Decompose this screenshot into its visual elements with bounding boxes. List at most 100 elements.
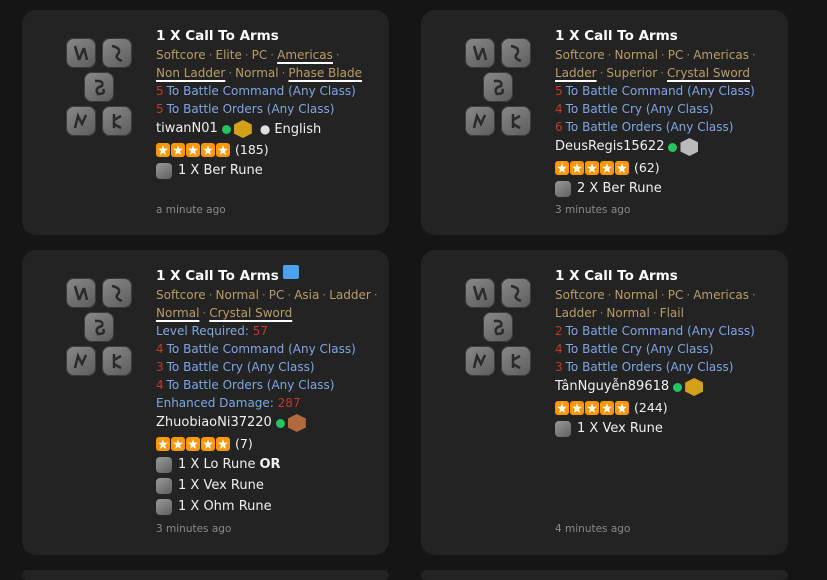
star-icon: [156, 437, 170, 451]
star-icon: [156, 143, 170, 157]
star-icon: [216, 437, 230, 451]
rune-icon: [501, 38, 531, 68]
star-icon: [585, 401, 599, 415]
rating-count: (185): [235, 142, 269, 157]
rune-icon: [483, 72, 513, 102]
rune-icon: [156, 498, 172, 515]
listing-card-1[interactable]: 1 X Call To Arms Softcore · Elite · PC · Ameri…: [22, 10, 389, 235]
star-icon: [600, 161, 614, 175]
listing-title[interactable]: 1 X Call To Arms: [555, 266, 795, 286]
offer-item: 1 X Vex Rune: [156, 475, 396, 496]
language: ● English: [260, 118, 321, 141]
seller-name[interactable]: tiwanN01: [156, 118, 218, 140]
offer-item: 1 X Lo Rune OR: [156, 454, 396, 475]
seller-rating: (7): [156, 434, 396, 454]
rune-icon: [102, 38, 132, 68]
online-indicator: [673, 382, 683, 392]
offer-item: 1 X Vex Rune: [555, 418, 795, 439]
online-indicator: [668, 142, 678, 152]
listing-meta: Softcore · Normal · PC · Americas ·: [555, 288, 756, 302]
seller-rating: (244): [555, 398, 795, 418]
star-icon: [615, 401, 629, 415]
star-icon: [171, 143, 185, 157]
rune-icon: [84, 72, 114, 102]
star-icon: [186, 437, 200, 451]
rune-icon: [465, 38, 495, 68]
listing-card-3[interactable]: 1 X Call To Arms Softcore · Normal · PC · Asia…: [22, 250, 389, 555]
seller-row: TânNguyễn89618: [555, 376, 795, 398]
rune-icon: [483, 312, 513, 342]
rune-icon: [102, 278, 132, 308]
rune-icon: [102, 106, 132, 136]
stat-line: 4 To Battle Cry (Any Class): [555, 342, 714, 356]
rating-count: (62): [634, 160, 660, 175]
stat-line: 5 To Battle Command (Any Class): [555, 84, 755, 98]
timestamp: 4 minutes ago: [555, 523, 631, 535]
stat-line: 4 To Battle Orders (Any Class): [156, 378, 335, 392]
seller-row: DeusRegis15622: [555, 136, 795, 158]
online-indicator: [275, 418, 285, 428]
rune-grid: [62, 38, 132, 138]
star-icon: [600, 401, 614, 415]
rune-icon: [501, 278, 531, 308]
badge-icon: [287, 414, 306, 432]
listing-card-partial[interactable]: [421, 570, 788, 580]
listing-title[interactable]: 1 X Call To Arms: [156, 265, 396, 286]
star-icon: [585, 161, 599, 175]
rune-icon: [156, 162, 172, 179]
listing-title[interactable]: 1 X Call To Arms: [555, 26, 795, 46]
timestamp: a minute ago: [156, 204, 226, 216]
listing-meta: Normal · Crystal Sword: [156, 306, 293, 320]
or-label: OR: [259, 457, 281, 472]
rating-count: (244): [634, 400, 668, 415]
listing-meta: Softcore · Normal · PC · Americas ·: [555, 48, 756, 62]
stat-line: 6 To Battle Orders (Any Class): [555, 120, 734, 134]
rune-icon: [66, 346, 96, 376]
listing-card-partial[interactable]: [22, 570, 389, 580]
rune-icon: [555, 180, 571, 197]
badge-icon: [680, 138, 699, 156]
rune-grid: [461, 38, 531, 138]
rune-grid: [461, 278, 531, 378]
offer-item: 1 X Ber Rune: [156, 160, 396, 181]
listing-card-4[interactable]: 1 X Call To Arms Softcore · Normal · PC · Amer…: [421, 250, 788, 555]
listing-body: 1 X Call To Arms Softcore · Normal · PC · Amer…: [555, 266, 795, 439]
stat-line: 5 To Battle Orders (Any Class): [156, 102, 335, 116]
listing-meta: Softcore · Elite · PC · Americas ·: [156, 48, 340, 62]
stat-line: 5 To Battle Command (Any Class): [156, 84, 356, 98]
star-icon: [555, 161, 569, 175]
chat-icon: ●: [259, 121, 271, 136]
rune-icon: [102, 346, 132, 376]
badge-icon: [233, 120, 252, 138]
stat-line: 3 To Battle Cry (Any Class): [156, 360, 315, 374]
stat-line: 3 To Battle Orders (Any Class): [555, 360, 734, 374]
listing-body: 1 X Call To Arms Softcore · Normal · PC · Amer…: [555, 26, 795, 199]
rune-grid: [62, 278, 132, 378]
rune-icon: [66, 106, 96, 136]
offer-item: 2 X Ber Rune: [555, 178, 795, 199]
listing-body: 1 X Call To Arms Softcore · Normal · PC · Asia…: [156, 265, 396, 517]
level-required: Level Required: 57: [156, 324, 269, 338]
star-icon: [201, 437, 215, 451]
star-icon: [201, 143, 215, 157]
listing-meta: Non Ladder · Normal · Phase Blade: [156, 66, 362, 80]
timestamp: 3 minutes ago: [555, 204, 631, 216]
star-icon: [216, 143, 230, 157]
seller-name[interactable]: TânNguyễn89618: [555, 376, 669, 398]
rune-icon: [465, 346, 495, 376]
timestamp: 3 minutes ago: [156, 523, 232, 535]
gift-icon: [282, 265, 299, 279]
rune-icon: [501, 346, 531, 376]
listing-card-2[interactable]: 1 X Call To Arms Softcore · Normal · PC · Amer…: [421, 10, 788, 235]
badge-icon: [685, 378, 704, 396]
stat-line: 4 To Battle Cry (Any Class): [555, 102, 714, 116]
star-icon: [555, 401, 569, 415]
listing-title[interactable]: 1 X Call To Arms: [156, 26, 396, 46]
star-icon: [570, 401, 584, 415]
seller-name[interactable]: DeusRegis15622: [555, 136, 664, 158]
rune-icon: [66, 278, 96, 308]
listing-meta: Ladder · Normal · Flail: [555, 306, 684, 320]
seller-name[interactable]: ZhuobiaoNi37220: [156, 412, 272, 434]
rune-icon: [555, 420, 571, 437]
online-indicator: [221, 124, 231, 134]
